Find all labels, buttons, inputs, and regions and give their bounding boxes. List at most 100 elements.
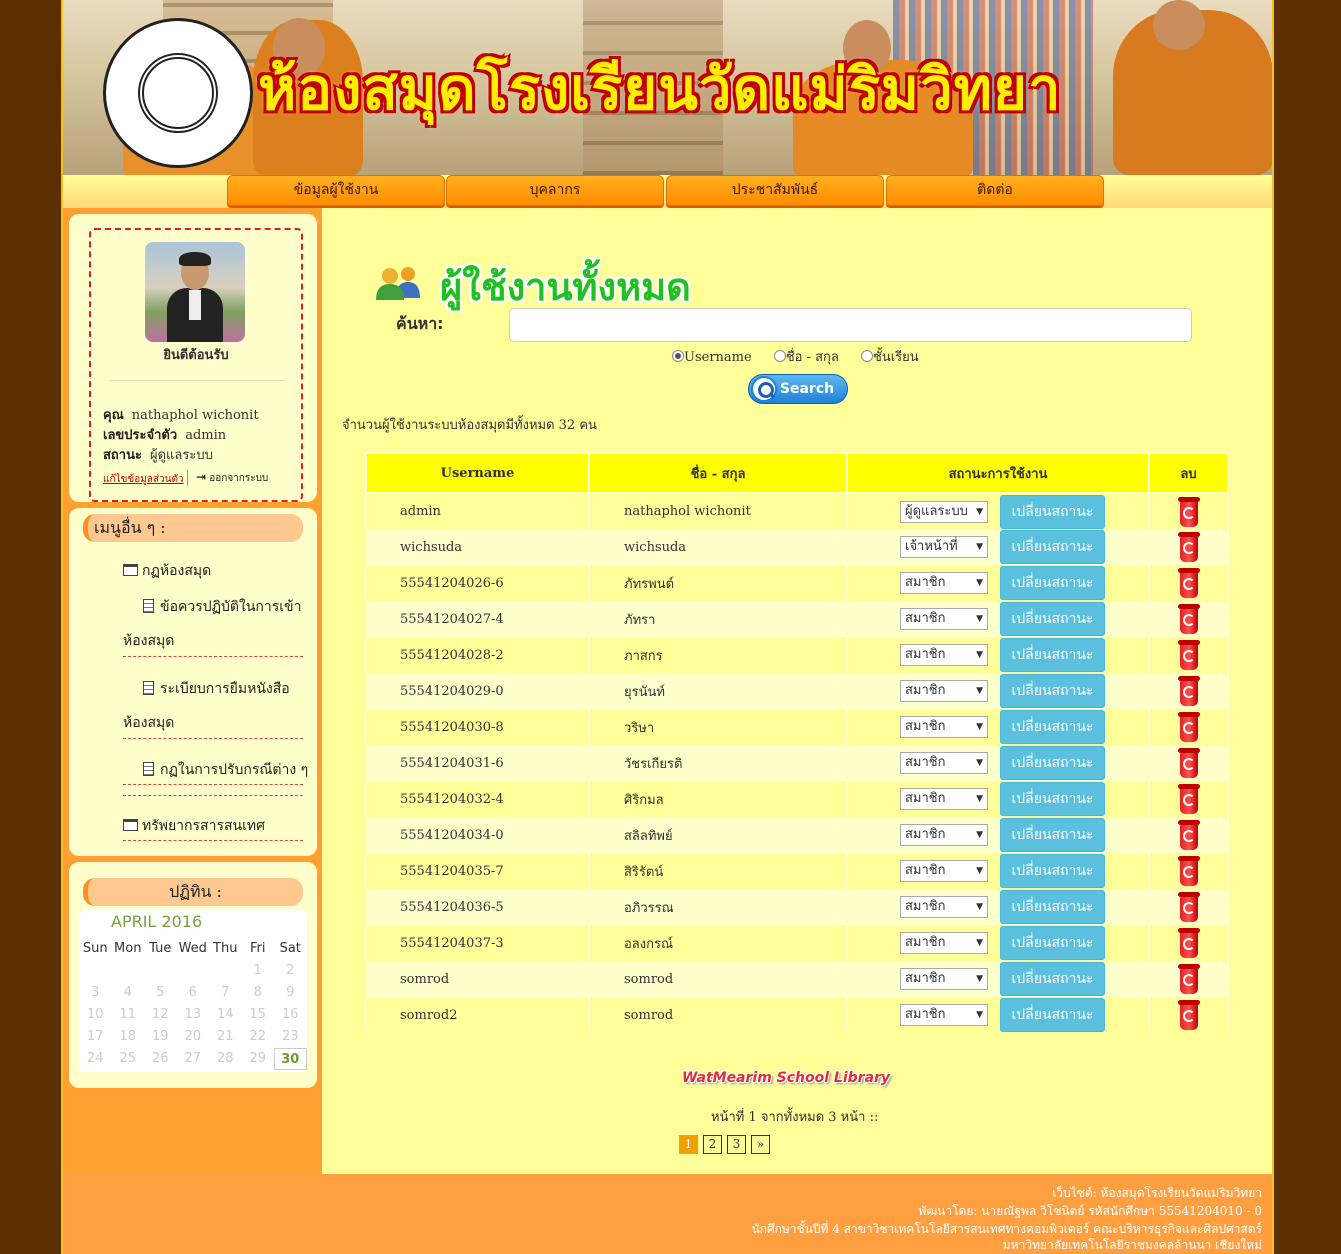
radio-username[interactable]: Username (672, 350, 752, 365)
user-count-text: จำนวนผู้ใช้งานระบบห้องสมุดมีทั้งหมด 32 ค… (342, 418, 597, 433)
change-status-button[interactable]: เปลี่ยนสถานะ (1000, 854, 1105, 888)
calendar-day[interactable]: 21 (209, 1026, 242, 1048)
change-status-button[interactable]: เปลี่ยนสถานะ (1000, 638, 1105, 672)
calendar-day[interactable]: 1 (242, 960, 275, 982)
status-select[interactable]: สมาชิก (900, 932, 988, 954)
delete-bin-icon[interactable] (1177, 712, 1200, 742)
status-select[interactable]: สมาชิก (900, 968, 988, 990)
calendar-day[interactable]: 24 (79, 1048, 112, 1070)
nav-item-contact[interactable]: ติดต่อ (886, 175, 1104, 206)
calendar-day[interactable]: 18 (112, 1026, 145, 1048)
change-status-button[interactable]: เปลี่ยนสถานะ (1000, 998, 1105, 1032)
menu-item-entry-guidelines-cont[interactable]: ห้องสมุด (123, 630, 174, 652)
calendar-day[interactable]: 12 (144, 1004, 177, 1026)
calendar-day[interactable]: 5 (144, 982, 177, 1004)
change-status-button[interactable]: เปลี่ยนสถานะ (1000, 530, 1105, 564)
change-status-button[interactable]: เปลี่ยนสถานะ (1000, 566, 1105, 600)
calendar-day[interactable]: 15 (242, 1004, 275, 1026)
nav-item-staff[interactable]: บุคลากร (446, 175, 664, 206)
status-select[interactable]: สมาชิก (900, 716, 988, 738)
pagination-next[interactable]: » (751, 1135, 770, 1154)
delete-bin-icon[interactable] (1177, 568, 1200, 598)
calendar-day[interactable]: 3 (79, 982, 112, 1004)
nav-item-news[interactable]: ประชาสัมพันธ์ (666, 175, 884, 206)
radio-fullname[interactable]: ชื่อ - สกุล (773, 346, 839, 367)
menu-item-fine-rules[interactable]: กฏในการปรับกรณีต่าง ๆ (143, 759, 308, 781)
status-select[interactable]: สมาชิก (900, 644, 988, 666)
search-input[interactable] (509, 308, 1192, 342)
calendar-day[interactable]: 25 (112, 1048, 145, 1070)
delete-bin-icon[interactable] (1177, 820, 1200, 850)
menu-item-borrow-rules-cont[interactable]: ห้องสมุด (123, 712, 174, 734)
change-status-button[interactable]: เปลี่ยนสถานะ (1000, 782, 1105, 816)
calendar-day[interactable]: 16 (274, 1004, 307, 1026)
change-status-button[interactable]: เปลี่ยนสถานะ (1000, 602, 1105, 636)
pagination-page[interactable]: 3 (727, 1135, 746, 1154)
calendar-day[interactable]: 28 (209, 1048, 242, 1070)
change-status-button[interactable]: เปลี่ยนสถานะ (1000, 710, 1105, 744)
delete-bin-icon[interactable] (1177, 532, 1200, 562)
change-status-button[interactable]: เปลี่ยนสถานะ (1000, 818, 1105, 852)
calendar-day[interactable]: 14 (209, 1004, 242, 1026)
delete-bin-icon[interactable] (1177, 604, 1200, 634)
delete-bin-icon[interactable] (1177, 856, 1200, 886)
table-row: 55541204030-8วริษา สมาชิก เปลี่ยนสถานะ (365, 709, 1229, 745)
calendar-day[interactable]: 10 (79, 1004, 112, 1026)
change-status-button[interactable]: เปลี่ยนสถานะ (1000, 674, 1105, 708)
status-select[interactable]: ผู้ดูแลระบบ (900, 500, 988, 523)
delete-bin-icon[interactable] (1177, 928, 1200, 958)
calendar-day[interactable]: 4 (112, 982, 145, 1004)
status-select[interactable]: สมาชิก (900, 896, 988, 918)
status-select[interactable]: เจ้าหน้าที่ (900, 536, 988, 558)
calendar-day[interactable]: 29 (242, 1048, 275, 1070)
delete-bin-icon[interactable] (1177, 892, 1200, 922)
status-select[interactable]: สมาชิก (900, 860, 988, 882)
calendar-day[interactable]: 2 (274, 960, 307, 982)
nav-item-users[interactable]: ข้อมูลผู้ใช้งาน (227, 175, 445, 206)
delete-bin-icon[interactable] (1177, 496, 1200, 527)
calendar-day[interactable]: 23 (274, 1026, 307, 1048)
calendar-day[interactable]: 7 (209, 982, 242, 1004)
logout-button[interactable]: ⇥ ออกจากระบบ (187, 470, 268, 486)
status-select[interactable]: สมาชิก (900, 1004, 988, 1026)
change-status-button[interactable]: เปลี่ยนสถานะ (1000, 746, 1105, 780)
calendar-day[interactable]: 20 (177, 1026, 210, 1048)
calendar-day[interactable]: 6 (177, 982, 210, 1004)
delete-bin-icon[interactable] (1177, 640, 1200, 670)
change-status-button[interactable]: เปลี่ยนสถานะ (1000, 890, 1105, 924)
status-select[interactable]: สมาชิก (900, 680, 988, 702)
calendar-day[interactable]: 19 (144, 1026, 177, 1048)
delete-bin-icon[interactable] (1177, 964, 1200, 994)
pagination-page[interactable]: 2 (703, 1135, 722, 1154)
change-status-button[interactable]: เปลี่ยนสถานะ (1000, 494, 1105, 529)
menu-item-library-rules[interactable]: กฏห้องสมุด (123, 560, 211, 582)
menu-item-entry-guidelines[interactable]: ข้อควรปฏิบัติในการเข้า (143, 596, 301, 618)
menu-item-borrow-rules[interactable]: ระเบียบการยืมหนังสือ (143, 678, 290, 700)
delete-bin-icon[interactable] (1177, 748, 1200, 778)
cell-fullname: วริษา (588, 709, 848, 745)
calendar-day[interactable]: 17 (79, 1026, 112, 1048)
calendar-day[interactable]: 8 (242, 982, 275, 1004)
status-select[interactable]: สมาชิก (900, 788, 988, 810)
status-select[interactable]: สมาชิก (900, 752, 988, 774)
status-select[interactable]: สมาชิก (900, 608, 988, 630)
calendar-day[interactable]: 9 (274, 982, 307, 1004)
calendar-day[interactable]: 26 (144, 1048, 177, 1070)
pagination-page[interactable]: 1 (679, 1135, 698, 1154)
edit-profile-link[interactable]: แก้ไขข้อมูลส่วนตัว (103, 472, 184, 487)
delete-bin-icon[interactable] (1177, 1000, 1200, 1030)
status-select[interactable]: สมาชิก (900, 824, 988, 846)
calendar-day[interactable]: 27 (177, 1048, 210, 1070)
change-status-button[interactable]: เปลี่ยนสถานะ (1000, 962, 1105, 996)
change-status-button[interactable]: เปลี่ยนสถานะ (1000, 926, 1105, 960)
menu-item-info-resources[interactable]: ทรัพยากรสารสนเทศ (123, 815, 265, 837)
delete-bin-icon[interactable] (1177, 676, 1200, 706)
search-button[interactable]: Search (748, 374, 848, 404)
delete-bin-icon[interactable] (1177, 784, 1200, 814)
calendar-day[interactable]: 22 (242, 1026, 275, 1048)
radio-class[interactable]: ชั้นเรียน (861, 346, 919, 367)
calendar-day[interactable]: 13 (177, 1004, 210, 1026)
status-select[interactable]: สมาชิก (900, 572, 988, 594)
calendar-day[interactable]: 11 (112, 1004, 145, 1026)
calendar-today[interactable]: 30 (274, 1048, 307, 1070)
